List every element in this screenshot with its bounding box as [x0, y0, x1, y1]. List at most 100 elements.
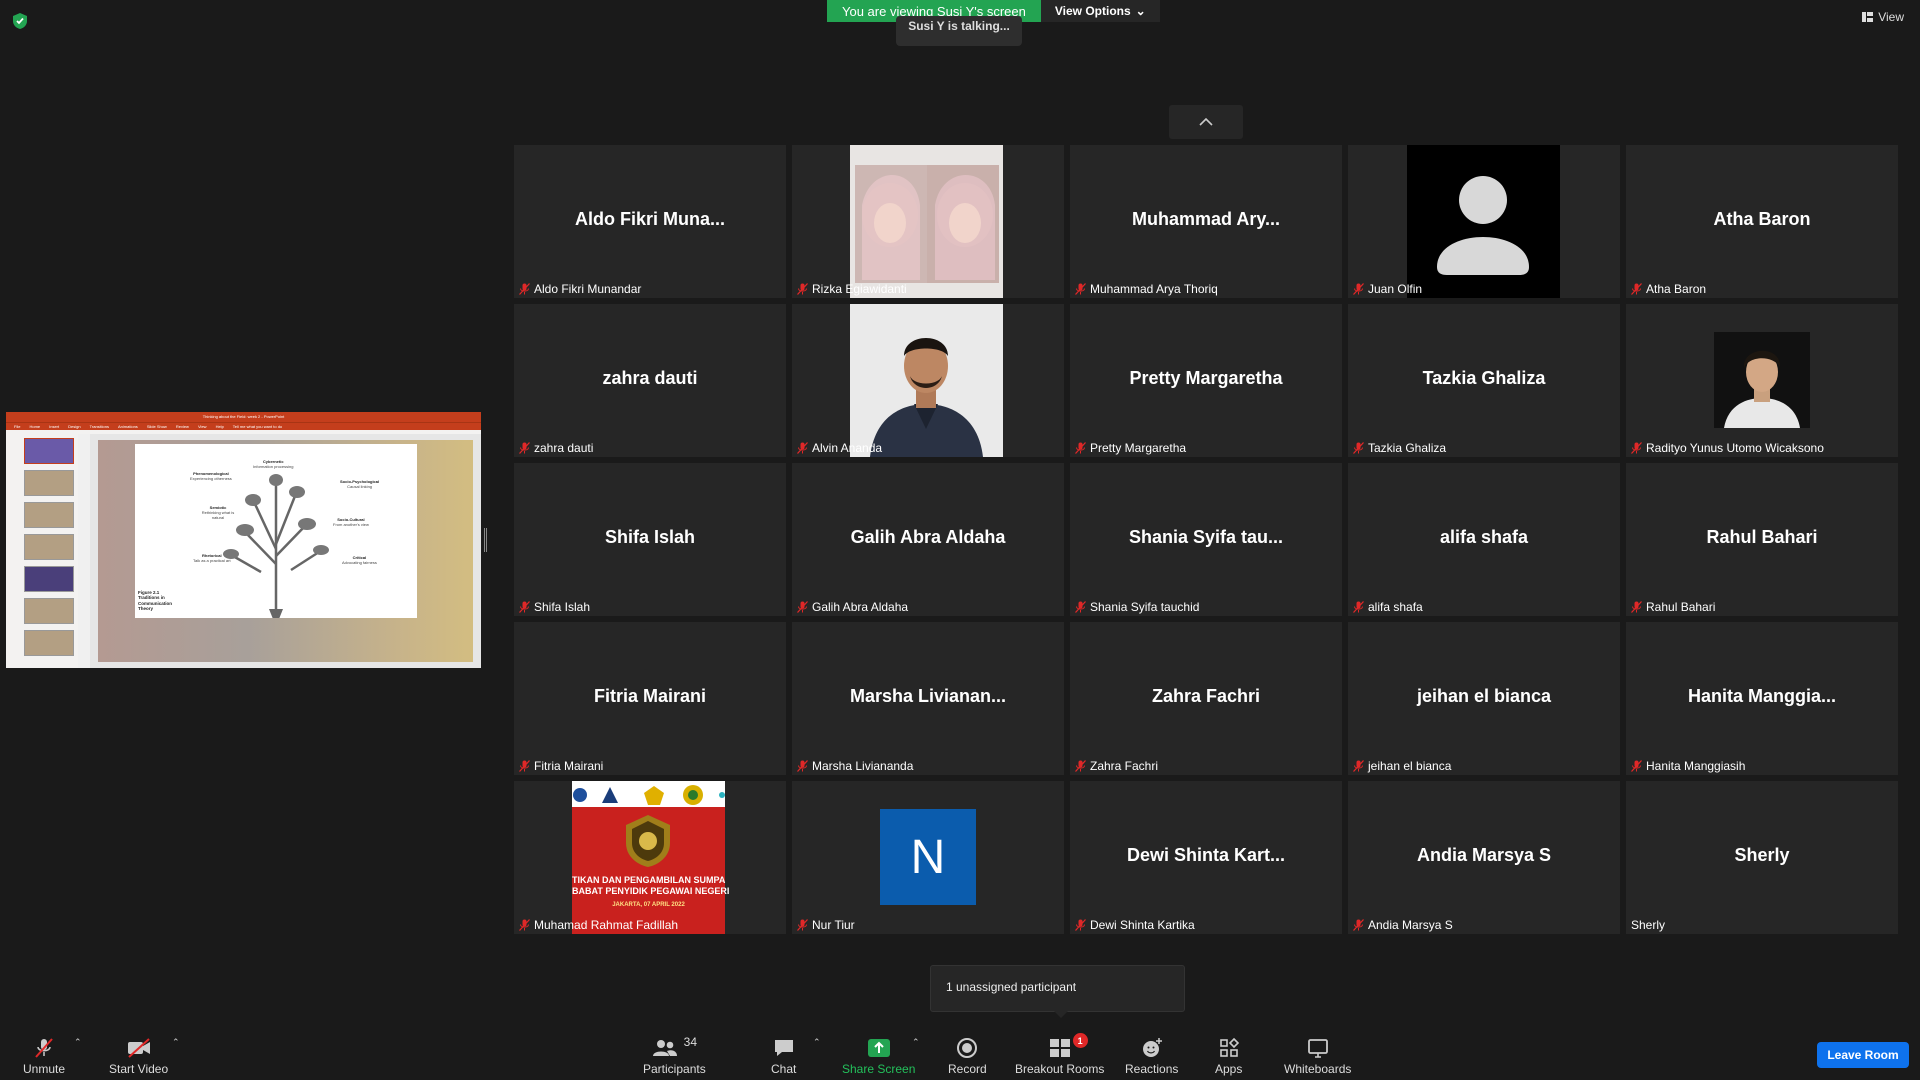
participant-name: Nur Tiur — [812, 918, 855, 932]
microphone-muted-icon — [1353, 283, 1364, 295]
ppt-menu-item: Design — [68, 424, 81, 429]
participant-name: Muhammad Arya Thoriq — [1090, 282, 1218, 296]
participant-name: Rizka Egiawidanti — [812, 282, 907, 296]
participant-name: Andia Marsya S — [1368, 918, 1453, 932]
unmute-label: Unmute — [23, 1062, 66, 1076]
participant-display-name: Marsha Livianan... — [849, 686, 1007, 706]
ppt-titlebar: Thinking about the Field: week 2 - Power… — [6, 412, 481, 422]
view-button-label: View — [1878, 10, 1904, 24]
microphone-muted-icon — [797, 760, 808, 772]
participant-tile[interactable]: Atha Baron Atha Baron — [1626, 145, 1898, 298]
ppt-ruler — [78, 434, 90, 668]
chat-button[interactable]: Chat — [771, 1035, 796, 1076]
active-speaker-indicator: Susi Y is talking... — [896, 16, 1022, 46]
participant-tile[interactable]: Zahra Fachri Zahra Fachri — [1070, 622, 1342, 775]
participant-tile[interactable]: Tazkia Ghaliza Tazkia Ghaliza — [1348, 304, 1620, 457]
whiteboards-label: Whiteboards — [1284, 1062, 1352, 1076]
ppt-menu-item: Tell me what you want to do — [232, 424, 283, 429]
microphone-muted-icon — [797, 601, 808, 613]
participant-name-label: jeihan el bianca — [1353, 759, 1451, 773]
participant-tile[interactable]: Shifa Islah Shifa Islah — [514, 463, 786, 616]
participants-button[interactable]: 34 Participants — [643, 1035, 706, 1076]
participant-display-name: Pretty Margaretha — [1129, 368, 1283, 388]
participant-tile[interactable]: jeihan el bianca jeihan el bianca — [1348, 622, 1620, 775]
ppt-menu-item: Insert — [49, 424, 60, 429]
participant-tile[interactable]: alifa shafa alifa shafa — [1348, 463, 1620, 616]
chat-label: Chat — [771, 1062, 797, 1076]
participant-tile[interactable]: zahra dauti zahra dauti — [514, 304, 786, 457]
participant-name: Marsha Liviananda — [812, 759, 914, 773]
participant-tile[interactable]: Muhammad Ary... Muhammad Arya Thoriq — [1070, 145, 1342, 298]
view-options-button[interactable]: View Options ⌄ — [1040, 0, 1160, 22]
default-avatar-icon — [1407, 145, 1560, 298]
participant-tile[interactable]: Shania Syifa tau... Shania Syifa tauchid — [1070, 463, 1342, 616]
gallery-page-up-button[interactable] — [1169, 105, 1243, 139]
participant-tile[interactable]: Alvin Ananda — [792, 304, 1064, 457]
share-screen-button[interactable]: Share Screen — [842, 1035, 915, 1076]
participant-tile[interactable]: Juan Olfin — [1348, 145, 1620, 298]
slide-thumbnail — [24, 566, 74, 592]
leave-room-button[interactable]: Leave Room — [1817, 1042, 1909, 1068]
participant-display-name: Aldo Fikri Muna... — [574, 209, 725, 229]
microphone-muted-icon — [1353, 442, 1364, 454]
participant-tile[interactable]: Sherly Sherly — [1626, 781, 1898, 934]
participant-name-label: Galih Abra Aldaha — [797, 600, 908, 614]
slide-label: Critical Advocating fairness — [342, 555, 377, 566]
record-button[interactable]: Record — [948, 1035, 987, 1076]
slide-label: Cybernetic Information processing — [253, 459, 293, 470]
slide-label-sub: Rethinking what is natural — [201, 509, 235, 520]
split-view-drag-handle[interactable] — [484, 528, 487, 552]
breakout-rooms-button[interactable]: 1 Breakout Rooms — [1015, 1033, 1104, 1076]
view-button[interactable]: View — [1862, 10, 1904, 24]
share-screen-label: Share Screen — [842, 1062, 916, 1076]
participant-display-name: Shifa Islah — [604, 527, 696, 547]
apps-label: Apps — [1215, 1062, 1243, 1076]
slide-label: Semiotic Rethinking what is natural — [199, 505, 237, 520]
participant-tile[interactable]: Radityo Yunus Utomo Wicaksono — [1626, 304, 1898, 457]
participant-tile[interactable]: Marsha Livianan... Marsha Liviananda — [792, 622, 1064, 775]
participant-display-name: Sherly — [1734, 845, 1790, 865]
ppt-menu-item: File — [14, 424, 21, 429]
participant-tile[interactable]: N Nur Tiur — [792, 781, 1064, 934]
ppt-menu-item: Review — [175, 424, 189, 429]
participant-tile[interactable]: Andia Marsya S Andia Marsya S — [1348, 781, 1620, 934]
ppt-title: Thinking about the Field: week 2 - Power… — [202, 414, 285, 419]
unmute-button[interactable]: Unmute — [23, 1035, 65, 1076]
chat-bubble-icon — [774, 1040, 793, 1056]
whiteboards-button[interactable]: Whiteboards — [1284, 1035, 1351, 1076]
share-options-caret-icon[interactable]: ⌃ — [912, 1037, 920, 1048]
participant-tile[interactable]: Fitria Mairani Fitria Mairani — [514, 622, 786, 775]
participant-tile[interactable]: Dewi Shinta Kart... Dewi Shinta Kartika — [1070, 781, 1342, 934]
unassigned-participant-tooltip[interactable]: 1 unassigned participant — [930, 965, 1185, 1018]
participant-tile[interactable]: TIKAN DAN PENGAMBILAN SUMPA BABAT PENYIDI… — [514, 781, 786, 934]
participant-tile[interactable]: Galih Abra Aldaha Galih Abra Aldaha — [792, 463, 1064, 616]
slide-thumbnail — [24, 630, 74, 656]
participant-tile[interactable]: Aldo Fikri Muna... Aldo Fikri Munandar — [514, 145, 786, 298]
slide-label-sub: From another's view — [333, 521, 369, 527]
encryption-shield-icon[interactable] — [12, 12, 28, 30]
video-options-caret-icon[interactable]: ⌃ — [172, 1037, 180, 1048]
participant-tile[interactable]: Pretty Margaretha Pretty Margaretha — [1070, 304, 1342, 457]
participant-name-label: Rahul Bahari — [1631, 600, 1715, 614]
start-video-button[interactable]: Start Video — [109, 1035, 168, 1076]
participant-video-feed — [850, 304, 1003, 457]
microphone-muted-icon — [1353, 601, 1364, 613]
whiteboard-icon — [1307, 1039, 1328, 1058]
shared-screen-view[interactable]: Thinking about the Field: week 2 - Power… — [6, 412, 481, 668]
participant-name-label: Tazkia Ghaliza — [1353, 441, 1446, 455]
participant-tile[interactable]: Rahul Bahari Rahul Bahari — [1626, 463, 1898, 616]
participant-name-label: Muhamad Rahmat Fadillah — [519, 918, 678, 932]
participant-name: Radityo Yunus Utomo Wicaksono — [1646, 441, 1824, 455]
apps-icon — [1219, 1037, 1239, 1057]
audio-options-caret-icon[interactable]: ⌃ — [74, 1037, 82, 1048]
chevron-down-icon: ⌄ — [1135, 4, 1146, 18]
microphone-muted-icon — [1631, 601, 1642, 613]
apps-button[interactable]: Apps — [1215, 1035, 1242, 1076]
participant-tile[interactable]: Hanita Manggia... Hanita Manggiasih — [1626, 622, 1898, 775]
reactions-button[interactable]: Reactions — [1125, 1035, 1178, 1076]
avatar-initial: N — [910, 830, 946, 884]
participant-tile[interactable]: Rizka Egiawidanti — [792, 145, 1064, 298]
chat-options-caret-icon[interactable]: ⌃ — [813, 1037, 821, 1048]
participant-name-label: Pretty Margaretha — [1075, 441, 1186, 455]
meeting-toolbar: Unmute ⌃ Start Video ⌃ 34 Participants C… — [0, 1030, 1920, 1080]
